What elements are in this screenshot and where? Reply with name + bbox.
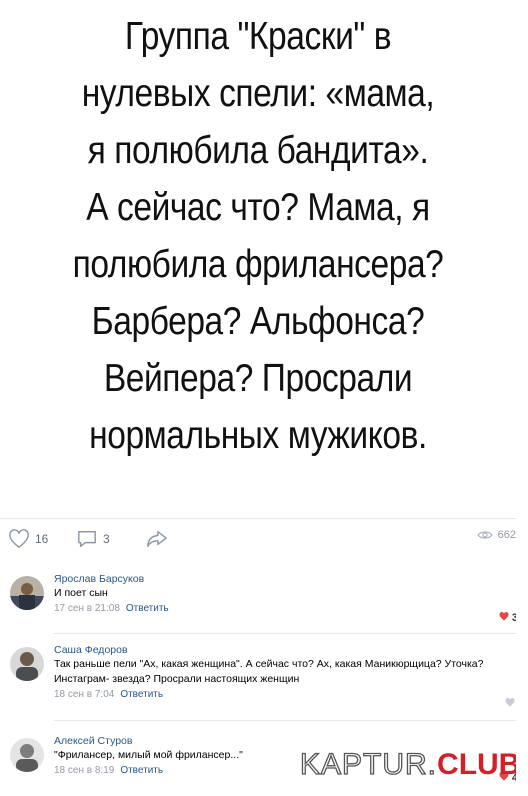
watermark-part1: KAPTUR. [299,747,438,781]
divider [54,720,520,721]
watermark-logo: KAPTUR. CLUB [299,747,521,782]
post-line: я полюбила бандита». [87,129,429,172]
comment-body: Саша Федоров Так раньше пели "Ах, какая … [54,643,520,702]
comment-text: Так раньше пели "Ах, какая женщина". А с… [54,658,484,685]
like-button[interactable]: 16 [8,529,48,549]
comment: Саша Федоров Так раньше пели "Ах, какая … [0,643,528,721]
post-line: нормальных мужиков. [89,414,427,457]
avatar[interactable] [10,576,44,610]
comment-author[interactable]: Ярослав Барсуков [54,572,520,586]
post-line: А сейчас что? Мама, я [86,186,430,229]
reply-link[interactable]: Ответить [126,603,169,614]
watermark-part2: CLUB [437,748,521,781]
comment-icon [76,529,98,549]
comment-date[interactable]: 18 сен в 7:04 [54,689,114,700]
right-edge [516,0,528,796]
heart-icon [8,529,30,549]
comment-body: Ярослав Барсуков И поет сын 17 сен в 21:… [54,572,520,616]
avatar[interactable] [10,738,44,772]
share-icon [145,529,169,549]
views-counter: 662 [476,529,516,541]
eye-icon [476,530,493,540]
post-line: Вейпера? Просрали [103,357,413,400]
post-line: Барбера? Альфонса? [91,300,425,343]
divider [54,633,520,634]
reply-link[interactable]: Ответить [120,765,163,776]
comment-meta: 18 сен в 7:04 Ответить [54,688,520,702]
post-image: Группа "Краски" в нулевых спели: «мама, … [0,0,516,500]
post-line: полюбила фрилансера? [72,243,444,286]
comment-author[interactable]: Саша Федоров [54,643,520,657]
comment-button[interactable]: 3 [76,529,110,549]
post-line: Группа "Краски" в [124,15,392,58]
comment-date[interactable]: 17 сен в 21:08 [54,603,120,614]
post-text: Группа "Краски" в нулевых спели: «мама, … [0,8,516,464]
comment-date[interactable]: 18 сен в 8:19 [54,765,114,776]
reply-link[interactable]: Ответить [120,689,163,700]
comment-author[interactable]: Алексей Стуров [54,734,520,748]
comment-meta: 17 сен в 21:08 Ответить [54,602,520,616]
post-actions: 16 3 662 [0,518,528,555]
post-line: нулевых спели: «мама, [81,72,435,115]
heart-icon [499,611,512,624]
comment-count: 3 [103,532,110,546]
avatar[interactable] [10,647,44,681]
views-count: 662 [497,529,516,541]
comment-text: И поет сын [54,587,108,599]
comment: Ярослав Барсуков И поет сын 17 сен в 21:… [0,572,528,634]
like-count: 16 [35,532,49,546]
share-button[interactable] [145,529,169,549]
